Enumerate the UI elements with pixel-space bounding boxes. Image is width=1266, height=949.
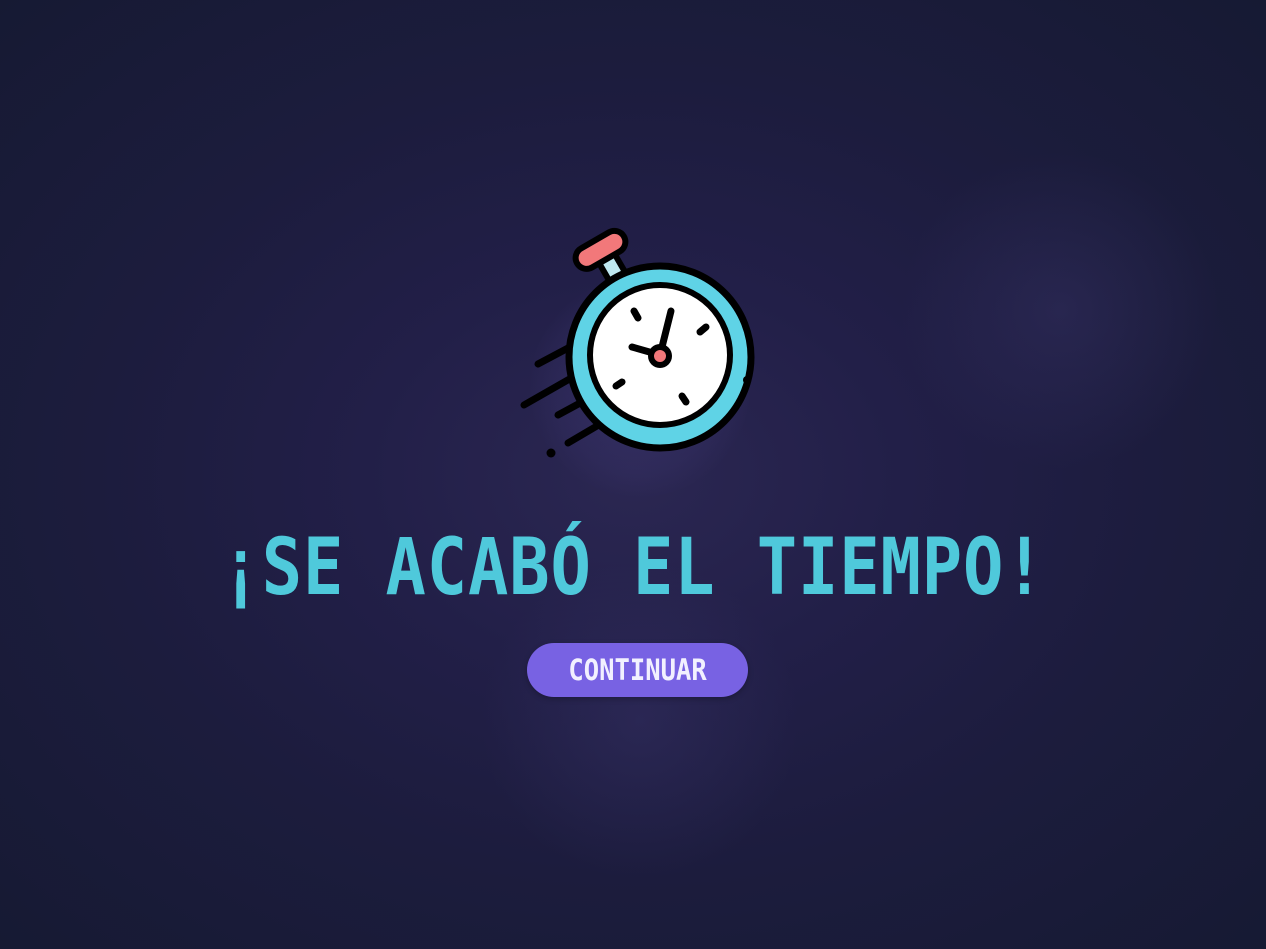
speed-dot bbox=[546, 448, 556, 458]
stopwatch-graphic bbox=[520, 227, 755, 458]
stopwatch-icon bbox=[510, 222, 765, 497]
game-over-screen: { "screen": { "title": "¡SE ACABÓ EL TIE… bbox=[0, 0, 1266, 949]
continue-button-label: CONTINUAR bbox=[568, 653, 707, 687]
continue-button[interactable]: CONTINUAR bbox=[527, 643, 748, 697]
stopwatch-hub-center bbox=[654, 350, 666, 362]
ring-dot bbox=[743, 376, 751, 384]
time-up-title: ¡SE ACABÓ EL TIEMPO! bbox=[220, 523, 1046, 613]
background-glow bbox=[900, 150, 1220, 470]
